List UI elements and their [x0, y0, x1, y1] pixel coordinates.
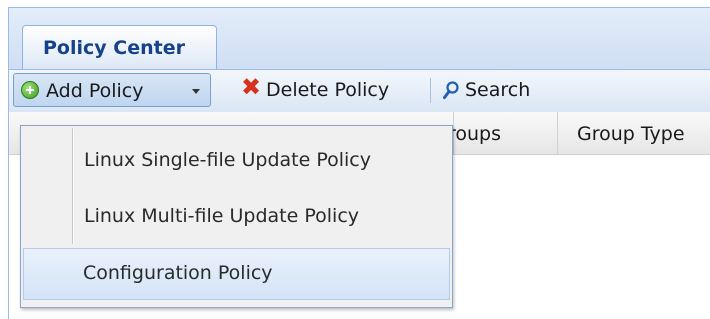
add-policy-menu: Linux Single-file Update Policy Linux Mu…: [20, 125, 453, 308]
delete-icon[interactable]: ✖: [241, 75, 261, 99]
toolbar: Add Policy ✖ Delete Policy Search: [9, 69, 710, 113]
tab-label: Policy Center: [43, 37, 185, 59]
add-policy-button[interactable]: Add Policy: [13, 73, 211, 107]
column-header-group-type[interactable]: Group Type: [557, 112, 710, 154]
tab-policy-center[interactable]: Policy Center: [22, 25, 217, 70]
menu-item-linux-multi-file-update-policy[interactable]: Linux Multi-file Update Policy: [23, 188, 450, 244]
column-header-label: Group Type: [577, 123, 685, 145]
search-icon[interactable]: [443, 81, 459, 100]
tab-strip: Policy Center: [9, 8, 710, 70]
add-icon: [21, 81, 39, 99]
menu-item-linux-single-file-update-policy[interactable]: Linux Single-file Update Policy: [23, 132, 450, 188]
search-button[interactable]: Search: [465, 79, 530, 101]
column-header-label: roups: [448, 123, 502, 145]
menu-item-label: Configuration Policy: [83, 262, 273, 284]
toolbar-separator: [430, 78, 431, 103]
menu-item-configuration-policy[interactable]: Configuration Policy: [23, 248, 450, 300]
delete-policy-button[interactable]: Delete Policy: [266, 79, 389, 101]
caret-down-icon: [192, 89, 200, 94]
add-policy-label: Add Policy: [46, 80, 144, 102]
menu-item-label: Linux Multi-file Update Policy: [84, 205, 360, 227]
column-header-groups[interactable]: roups: [448, 112, 557, 154]
menu-item-label: Linux Single-file Update Policy: [84, 149, 371, 171]
